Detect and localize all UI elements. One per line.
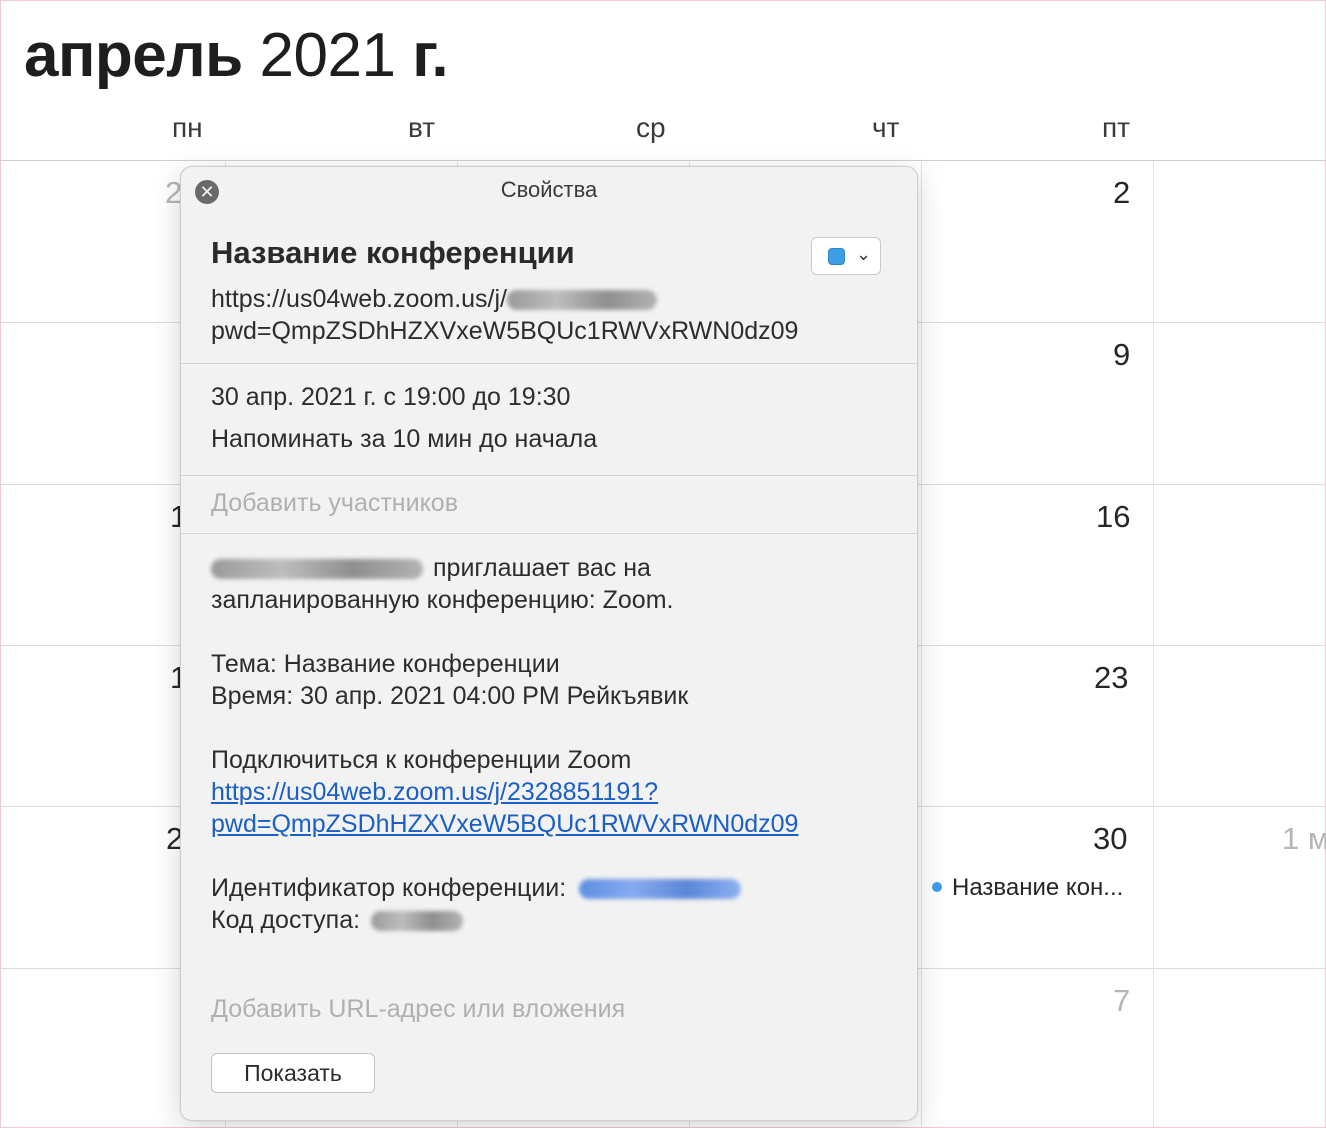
day-cell-number[interactable]: 23 <box>1094 660 1128 696</box>
add-url-attachments-field[interactable]: Добавить URL-адрес или вложения <box>211 993 625 1025</box>
event-color-dot <box>932 881 942 892</box>
redacted-conference-id-link[interactable] <box>579 879 742 900</box>
weekday-fri: пт <box>1102 112 1130 143</box>
join-link[interactable]: https://us04web.zoom.us/j/2328851191? <box>211 776 658 808</box>
day-column-divider <box>921 161 922 1128</box>
conference-id-label: Идентификатор конференции: <box>211 874 567 902</box>
weekday-mon: пн <box>172 112 203 143</box>
event-reminder[interactable]: Напоминать за 10 мин до начала <box>211 423 597 455</box>
month-name: апрель <box>24 21 243 90</box>
event-location[interactable]: https://us04web.zoom.us/j/ <box>211 283 657 315</box>
header-divider <box>0 160 1326 161</box>
year-number: 2021 <box>259 21 396 90</box>
day-column-divider <box>1153 161 1154 1128</box>
day-cell-number[interactable]: 1 м <box>1282 821 1326 857</box>
invite-text: приглашает вас на <box>433 554 651 582</box>
month-title: апрель 2021 г. <box>24 20 449 92</box>
color-swatch <box>828 248 845 265</box>
event-label: Название кон... <box>952 874 1124 901</box>
day-cell-number[interactable]: 16 <box>1096 499 1130 535</box>
calendar-color-picker[interactable]: ⌄ <box>811 237 881 275</box>
event-properties-popover: ✕ Свойства Название конференции ⌄ https:… <box>180 166 918 1121</box>
day-cell-number[interactable]: 2 <box>1113 175 1130 211</box>
passcode-label: Код доступа: <box>211 906 361 934</box>
section-divider <box>181 533 917 534</box>
notes-topic: Тема: Название конференции <box>211 650 560 678</box>
redacted-meeting-id <box>506 290 657 311</box>
year-suffix: г. <box>412 21 449 90</box>
notes-time: Время: 30 апр. 2021 04:00 PM Рейкъявик <box>211 682 689 710</box>
day-cell-number[interactable]: 7 <box>1113 983 1130 1019</box>
show-button[interactable]: Показать <box>211 1053 375 1093</box>
add-participants-field[interactable]: Добавить участников <box>211 487 458 519</box>
notes-join-label: Подключиться к конференции Zoom <box>211 746 632 774</box>
redacted-host-name <box>211 559 423 580</box>
redacted-passcode <box>371 911 464 932</box>
join-link-line2[interactable]: pwd=QmpZSDhHZXVxeW5BQUc1RWVxRWN0dz09 <box>211 808 798 840</box>
popover-header: Свойства <box>500 177 598 202</box>
notes-invite-line: приглашает вас на <box>211 552 651 584</box>
weekday-thu: чт <box>872 112 900 143</box>
event-title[interactable]: Название конференции <box>211 235 575 271</box>
section-divider <box>181 475 917 476</box>
event-datetime[interactable]: 30 апр. 2021 г. с 19:00 до 19:30 <box>211 381 570 413</box>
weekday-wed: ср <box>636 112 666 143</box>
notes-invite-line2: запланированную конференцию: Zoom. <box>211 586 674 614</box>
notes-conference-id: Идентификатор конференции: <box>211 872 742 904</box>
day-cell-number[interactable]: 30 <box>1093 821 1127 857</box>
weekday-tue: вт <box>408 112 436 143</box>
event-location-line2: pwd=QmpZSDhHZXVxeW5BQUc1RWVxRWN0dz09 <box>211 317 799 345</box>
day-cell-number[interactable]: 9 <box>1113 337 1130 373</box>
calendar-event[interactable]: Название кон... <box>932 874 1123 902</box>
chevron-down-icon: ⌄ <box>856 244 872 264</box>
location-url: https://us04web.zoom.us/j/ <box>211 285 507 313</box>
section-divider <box>181 363 917 364</box>
notes-passcode: Код доступа: <box>211 904 464 936</box>
